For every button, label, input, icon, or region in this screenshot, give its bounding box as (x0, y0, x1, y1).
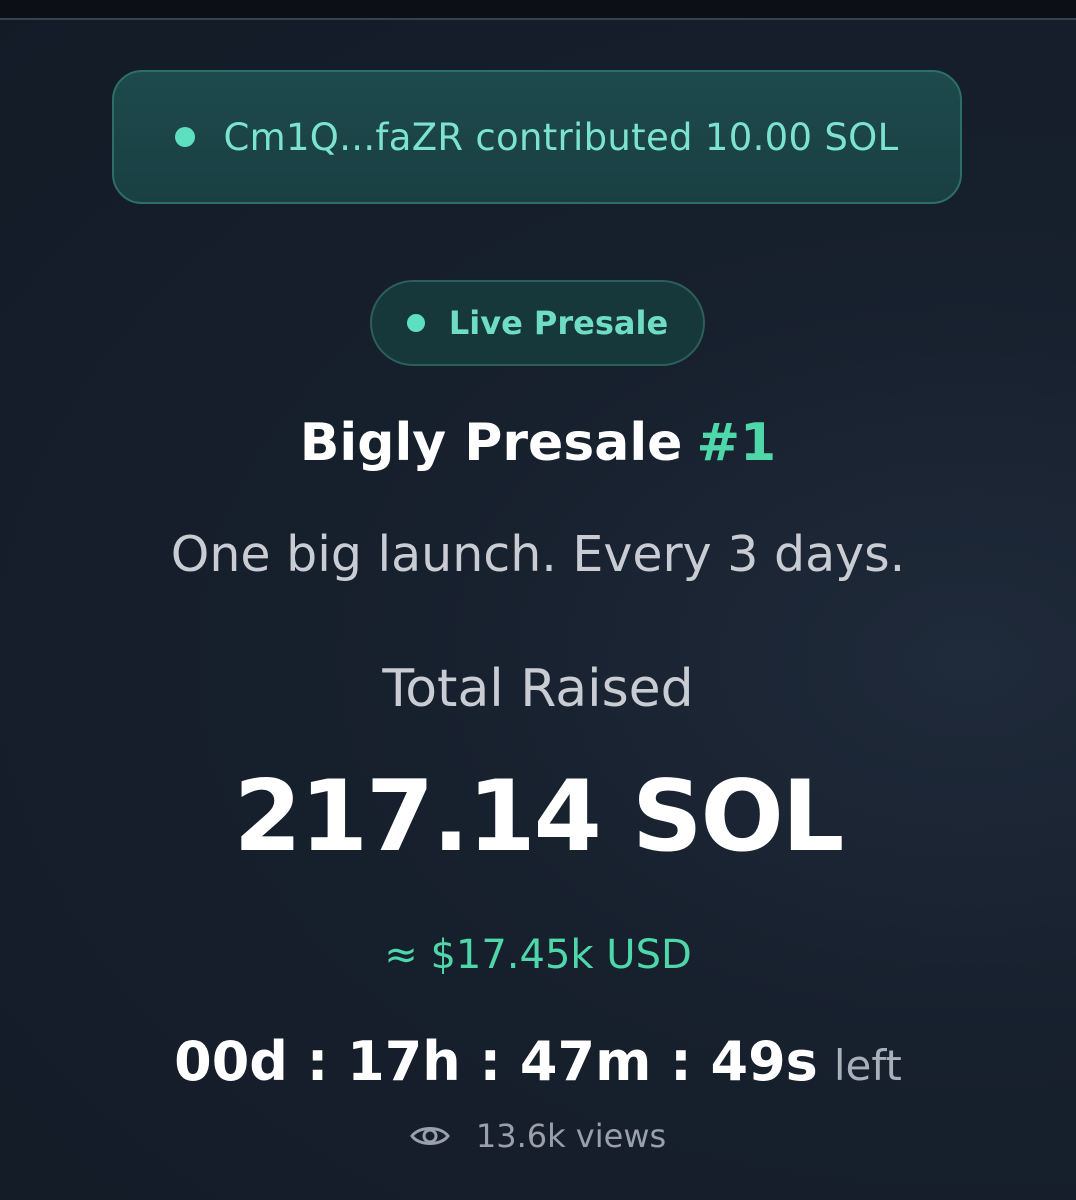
live-presale-badge: Live Presale (370, 280, 705, 366)
status-label: Live Presale (448, 304, 669, 342)
top-divider (0, 0, 1076, 20)
countdown-timer: 00d : 17h : 47m : 49s left (0, 1030, 1076, 1093)
presale-number: #1 (696, 413, 777, 473)
eye-icon (410, 1127, 450, 1145)
presale-tagline: One big launch. Every 3 days. (170, 526, 906, 583)
views-text: 13.6k views (475, 1117, 667, 1155)
contribution-toast: Cm1Q...faZR contributed 10.00 SOL (112, 70, 962, 204)
view-count: 13.6k views (0, 1117, 1076, 1155)
total-raised-label: Total Raised (382, 659, 694, 719)
status-dot-icon (406, 314, 425, 332)
contribution-text: Cm1Q...faZR contributed 10.00 SOL (223, 115, 899, 159)
countdown-suffix: left (833, 1041, 902, 1090)
presale-title-text: Bigly Presale (299, 413, 683, 473)
usd-equivalent: ≈ $17.45k USD (384, 932, 692, 978)
presale-title: Bigly Presale #1 (0, 413, 1076, 473)
live-dot-icon (175, 127, 196, 147)
total-raised-amount: 217.14 SOL (233, 760, 845, 874)
countdown-time: 00d : 17h : 47m : 49s (174, 1030, 818, 1093)
